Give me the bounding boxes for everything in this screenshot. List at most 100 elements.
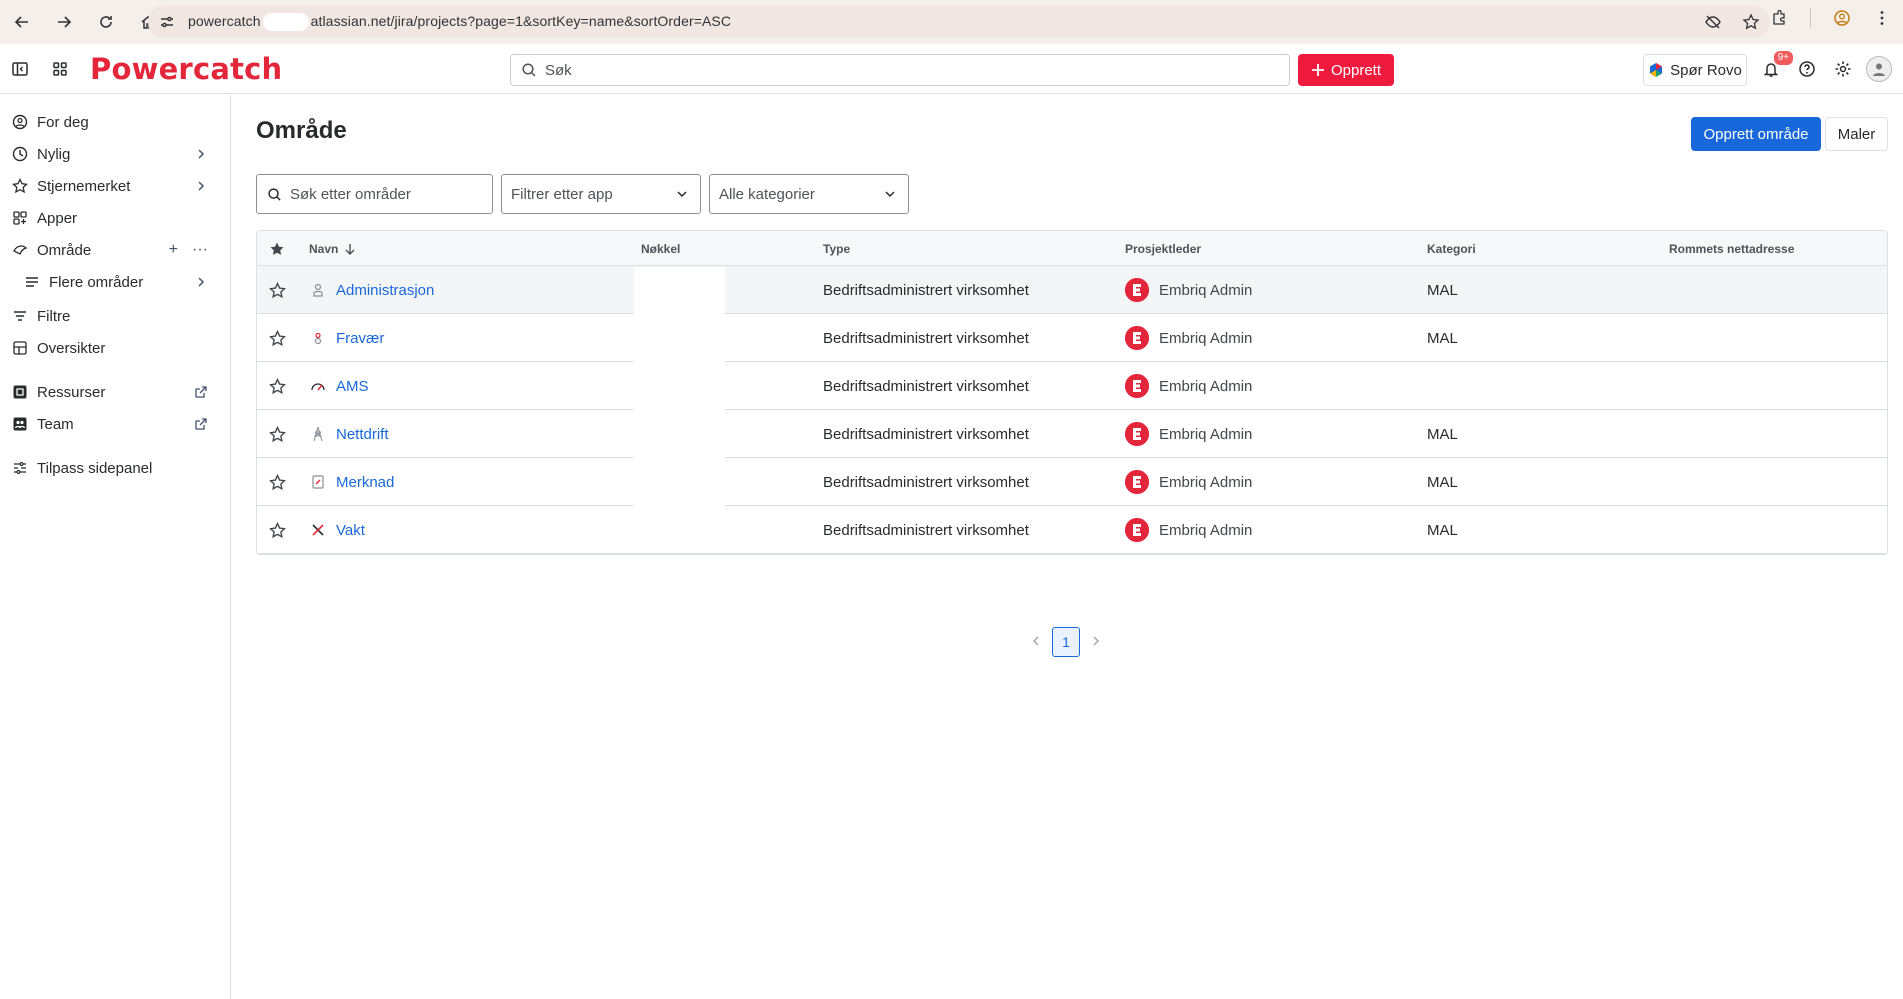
project-name-link[interactable]: Vakt [336,522,365,539]
chevron-right-icon[interactable] [194,147,208,161]
sidebar-toggle-button[interactable] [4,53,36,85]
app-filter-select[interactable]: Filtrer etter app [501,174,701,214]
star-icon [269,425,286,442]
project-type: Bedriftsadministrert virksomhet [823,425,1029,443]
table-row[interactable]: Vakt Bedriftsadministrert virksomhet Emb… [257,506,1887,554]
table-row[interactable]: Nettdrift Bedriftsadministrert virksomhe… [257,410,1887,458]
project-name-link[interactable]: Fravær [336,330,384,347]
sidebar-item-oversikter[interactable]: Oversikter [0,333,230,363]
sidebar-item-omrade[interactable]: Område + ··· [0,235,230,265]
apps-icon [11,209,29,227]
back-button[interactable] [8,8,36,36]
project-lead[interactable]: Embriq Admin [1125,362,1252,410]
table-row[interactable]: AMS Bedriftsadministrert virksomhet Embr… [257,362,1887,410]
category-filter-select[interactable]: Alle kategorier [709,174,909,214]
sidebar-item-filtre[interactable]: Filtre [0,301,230,331]
user-avatar-button[interactable] [1863,53,1895,85]
help-button[interactable] [1791,53,1823,85]
chevron-right-icon[interactable] [194,179,208,193]
sidebar-item-label: Område [37,241,92,259]
table-row[interactable]: Fravær Bedriftsadministrert virksomhet E… [257,314,1887,362]
star-toggle[interactable] [269,458,286,506]
column-header-name[interactable]: Navn [309,231,357,266]
chevron-right-icon[interactable] [194,275,208,289]
settings-button[interactable] [1827,53,1859,85]
eye-off-icon[interactable] [1704,13,1722,31]
project-name-link[interactable]: Administrasjon [336,282,434,299]
lead-name: Embriq Admin [1159,473,1253,491]
sidebar-item-label: For deg [37,113,89,131]
lead-avatar-icon [1125,518,1149,542]
lead-avatar-icon [1125,326,1149,350]
project-lead[interactable]: Embriq Admin [1125,506,1252,554]
global-search-input[interactable] [545,61,1245,79]
project-name-link[interactable]: Merknad [336,474,394,491]
star-toggle[interactable] [269,314,286,362]
column-header-space-url[interactable]: Rommets nettadresse [1669,231,1794,266]
sidebar-item-ressurser[interactable]: Ressurser [0,377,230,407]
create-button[interactable]: Opprett [1298,54,1394,86]
notifications-button[interactable]: 9+ [1755,51,1793,85]
extensions-icon[interactable] [1770,9,1788,27]
address-bar[interactable]: powercatch atlassian.net/jira/projects?pa… [148,6,1770,38]
star-toggle[interactable] [269,362,286,410]
project-name-link[interactable]: AMS [336,378,369,395]
lead-name: Embriq Admin [1159,281,1253,299]
lead-avatar-icon [1125,422,1149,446]
space-search[interactable] [256,174,493,214]
lead-avatar-icon [1125,470,1149,494]
project-lead[interactable]: Embriq Admin [1125,266,1252,314]
global-search[interactable] [510,54,1290,86]
chevron-down-icon [885,191,895,198]
add-space-icon[interactable]: + [169,241,178,259]
project-lead[interactable]: Embriq Admin [1125,314,1252,362]
project-lead[interactable]: Embriq Admin [1125,410,1252,458]
sidebar-item-tilpass-sidepanel[interactable]: Tilpass sidepanel [0,453,230,483]
create-space-button[interactable]: Opprett område [1691,117,1821,151]
table-row[interactable]: Merknad Bedriftsadministrert virksomhet … [257,458,1887,506]
sidebar-item-for-deg[interactable]: For deg [0,107,230,137]
next-page-button[interactable] [1090,634,1102,651]
star-toggle[interactable] [269,410,286,458]
note-icon [309,473,327,491]
profile-icon[interactable] [1833,9,1851,27]
kebab-menu-icon[interactable] [1873,9,1891,27]
sidebar-item-nylig[interactable]: Nylig [0,139,230,169]
project-category: MAL [1427,473,1458,491]
clock-icon [11,145,29,163]
more-options-icon[interactable]: ··· [192,241,208,259]
brand-logo[interactable]: Powercatch [90,52,282,86]
site-settings-icon[interactable] [158,13,176,31]
previous-page-button[interactable] [1030,634,1042,651]
gauge-icon [309,377,327,395]
star-toggle[interactable] [269,506,286,554]
reload-button[interactable] [92,8,120,36]
table-row[interactable]: Administrasjon Bedriftsadministrert virk… [257,266,1887,314]
bookmark-star-icon[interactable] [1742,13,1760,31]
tools-icon [309,521,327,539]
column-header-type[interactable]: Type [823,231,850,266]
column-header-key[interactable]: Nøkkel [641,231,680,266]
space-search-input[interactable] [290,185,480,203]
star-icon [11,177,29,195]
sidebar-item-team[interactable]: Team [0,409,230,439]
sidebar-item-label: Filtre [37,307,71,325]
page-number-button[interactable]: 1 [1052,627,1080,657]
starred-column-header[interactable] [269,231,285,266]
app-switcher-button[interactable] [44,53,76,85]
sidebar-item-label: Stjernemerket [37,177,131,195]
column-header-category[interactable]: Kategori [1427,231,1476,266]
column-header-lead[interactable]: Prosjektleder [1125,231,1201,266]
help-icon [1799,61,1815,77]
project-lead[interactable]: Embriq Admin [1125,458,1252,506]
forward-button[interactable] [50,8,78,36]
table-header: Navn Nøkkel Type Prosjektleder Kategori … [257,231,1887,266]
sidebar-item-stjernemerket[interactable]: Stjernemerket [0,171,230,201]
sidebar-item-flere-omrader[interactable]: Flere områder [0,267,230,297]
project-name-link[interactable]: Nettdrift [336,426,389,443]
ask-rovo-button[interactable]: Spør Rovo [1643,54,1747,86]
arrow-right-icon [58,16,72,28]
templates-button[interactable]: Maler [1825,117,1888,151]
sidebar-item-apper[interactable]: Apper [0,203,230,233]
star-toggle[interactable] [269,266,286,314]
